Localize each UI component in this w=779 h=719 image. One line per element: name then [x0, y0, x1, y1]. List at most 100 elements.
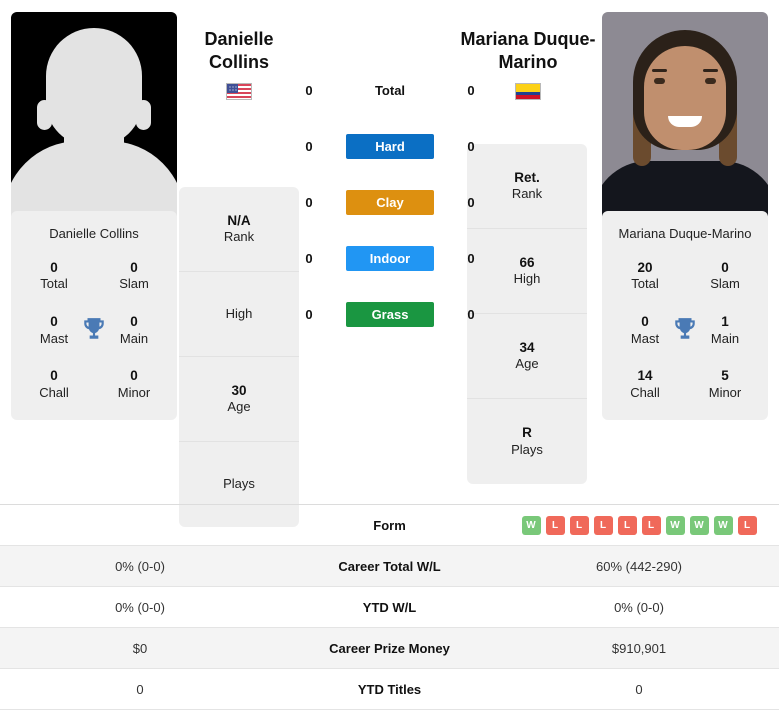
left-minor-titles: 0 Minor [99, 367, 169, 401]
form-badge[interactable]: W [689, 515, 709, 535]
right-high-label: High [513, 271, 541, 287]
row-label-form: Form [373, 517, 406, 533]
right-total-wins: 0 [467, 82, 475, 98]
right-rank-label: Rank [511, 186, 543, 202]
form-badge[interactable]: L [545, 515, 565, 535]
form-badge[interactable]: L [569, 515, 589, 535]
form-badge[interactable]: W [713, 515, 733, 535]
left-mast-titles-value: 0 [50, 313, 58, 329]
right-player-name-line1: Mariana Duque- [460, 29, 596, 49]
right-chall-titles-value: 14 [637, 368, 653, 384]
left-grass-wins: 0 [305, 306, 313, 322]
surface-row-grass: 0 Grass 0 [300, 286, 480, 342]
right-chall-titles-label: Chall [630, 384, 660, 400]
right-plays-value: R [522, 425, 532, 441]
left-age-label: Age [227, 399, 251, 415]
right-total-titles-value: 20 [637, 259, 653, 275]
right-total-titles: 20 Total [610, 259, 680, 293]
right-plays-label: Plays [511, 441, 543, 457]
left-minor-titles-value: 0 [130, 368, 138, 384]
comparison-header: Danielle Collins Mariana Duque-Marino Da… [0, 0, 779, 527]
player-portrait-image [602, 12, 768, 217]
left-player-name-block: Danielle Collins [178, 28, 300, 100]
form-badge[interactable]: L [641, 515, 661, 535]
right-chall-titles: 14 Chall [610, 367, 680, 401]
table-row: 0% (0-0) YTD W/L 0% (0-0) [0, 587, 779, 628]
trophy-icon [675, 317, 695, 339]
surface-label-indoor[interactable]: Indoor [346, 245, 434, 271]
right-minor-titles: 5 Minor [690, 367, 760, 401]
left-total-wins: 0 [305, 82, 313, 98]
left-chall-titles-value: 0 [50, 368, 58, 384]
left-plays-label: Plays [223, 476, 255, 492]
left-rank-cell: N/A Rank [179, 187, 299, 272]
left-main-titles-value: 0 [130, 313, 138, 329]
right-plays-cell: R Plays [467, 399, 587, 484]
left-slam-titles: 0 Slam [99, 259, 169, 293]
right-career-wl: 60% (442-290) [596, 558, 682, 574]
surface-row-total: 0 Total 0 [300, 62, 480, 118]
left-minor-titles-label: Minor [117, 384, 151, 400]
right-rank-cell: Ret. Rank [467, 144, 587, 229]
left-high-cell: High [179, 272, 299, 357]
left-player-name-line2: Collins [208, 51, 269, 72]
surface-comparison: 0 Total 0 0 Hard 0 0 Clay 0 0 Indoor 0 0 [300, 62, 480, 342]
right-rank-value: Ret. [514, 169, 540, 185]
right-clay-wins: 0 [467, 194, 475, 210]
left-age-value: 30 [231, 382, 247, 398]
right-mast-titles-value: 0 [641, 313, 649, 329]
right-age-value: 34 [519, 339, 535, 355]
left-clay-wins: 0 [305, 194, 313, 210]
left-titles-card: Danielle Collins 0 Total 0 Slam 0 Mast 0… [11, 211, 177, 420]
surface-label-hard[interactable]: Hard [346, 133, 434, 159]
right-titles-card-title: Mariana Duque-Marino [618, 226, 752, 241]
right-total-titles-label: Total [631, 276, 659, 292]
left-career-wl: 0% (0-0) [115, 558, 165, 574]
left-slam-titles-value: 0 [130, 259, 138, 275]
right-hard-wins: 0 [467, 138, 475, 154]
form-badge[interactable]: L [737, 515, 757, 535]
right-titles-card: Mariana Duque-Marino 20 Total 0 Slam 0 M… [602, 211, 768, 420]
form-badge[interactable]: L [593, 515, 613, 535]
row-label-ytd-wl: YTD W/L [362, 599, 417, 615]
surface-label-clay[interactable]: Clay [346, 189, 434, 215]
row-label-career-wl: Career Total W/L [338, 558, 441, 574]
right-minor-titles-label: Minor [708, 384, 742, 400]
row-label-ytd-titles: YTD Titles [357, 681, 422, 697]
right-indoor-wins: 0 [467, 250, 475, 266]
surface-label-grass[interactable]: Grass [346, 301, 434, 327]
left-main-titles: 0 Main [99, 313, 169, 347]
form-badge[interactable]: W [521, 515, 541, 535]
left-player-name[interactable]: Danielle Collins [178, 28, 300, 73]
right-high-cell: 66 High [467, 229, 587, 314]
row-label-prize-money: Career Prize Money [329, 640, 450, 656]
left-main-titles-label: Main [119, 330, 149, 346]
right-main-titles-value: 1 [721, 313, 729, 329]
surface-row-hard: 0 Hard 0 [300, 118, 480, 174]
left-mast-titles: 0 Mast [19, 313, 89, 347]
form-badge[interactable]: L [617, 515, 637, 535]
silhouette-placeholder-icon [11, 12, 177, 217]
left-total-titles-label: Total [40, 276, 68, 292]
left-attributes-card: N/A Rank High 30 Age Plays [179, 187, 299, 527]
colombia-flag-icon [515, 83, 541, 100]
right-slam-titles: 0 Slam [690, 259, 760, 293]
comparison-stats-table: Form W L L L L L W W W L 0% (0-0) Career… [0, 504, 779, 710]
left-total-titles: 0 Total [19, 259, 89, 293]
left-ytd-titles: 0 [136, 681, 144, 697]
left-high-label: High [225, 305, 253, 321]
trophy-icon [84, 317, 104, 339]
left-mast-titles-label: Mast [39, 330, 69, 346]
right-age-label: Age [515, 356, 539, 372]
form-badge[interactable]: W [665, 515, 685, 535]
table-row: 0% (0-0) Career Total W/L 60% (442-290) [0, 546, 779, 587]
left-total-titles-value: 0 [50, 259, 58, 275]
table-row: $0 Career Prize Money $910,901 [0, 628, 779, 669]
right-main-titles: 1 Main [690, 313, 760, 347]
left-rank-value: N/A [227, 212, 251, 228]
left-chall-titles-label: Chall [39, 384, 69, 400]
right-age-cell: 34 Age [467, 314, 587, 399]
left-titles-row-3: 0 Chall 0 Minor [19, 367, 169, 401]
table-row: 0 YTD Titles 0 [0, 669, 779, 710]
right-minor-titles-value: 5 [721, 368, 729, 384]
